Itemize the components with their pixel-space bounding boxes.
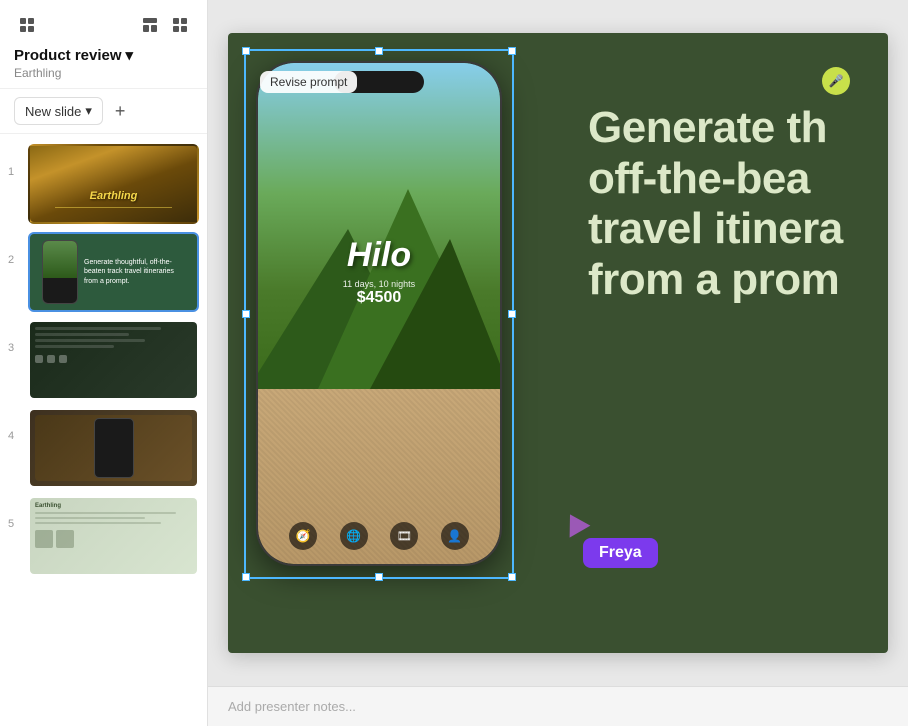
thumb-5-content: Earthling (30, 498, 197, 574)
mic-icon: 🎤 (829, 74, 844, 88)
thumb-1-bg: Earthling (30, 146, 197, 222)
thumb-2-content: Generate thoughtful, off-the-beaten trac… (36, 240, 191, 304)
new-slide-dropdown-icon: ▾ (85, 103, 92, 119)
handle-top-right[interactable] (508, 47, 516, 55)
slide-item-5[interactable]: 5 Earthling (8, 496, 199, 576)
slide-number-4: 4 (8, 430, 20, 442)
sidebar-toolbar (14, 12, 193, 38)
slide-canvas[interactable]: Revise prompt 🎤 Hilo (228, 33, 888, 653)
slide-thumb-1[interactable]: Earthling (28, 144, 199, 224)
mic-button[interactable]: 🎤 (822, 67, 850, 95)
project-title[interactable]: Product review ▾ (14, 46, 193, 64)
slides-list: 1 Earthling 2 Generate th (0, 134, 207, 726)
thumb-3-line-1 (35, 327, 161, 330)
trip-days: 11 days, 10 nights (343, 279, 415, 289)
new-slide-button[interactable]: New slide ▾ (14, 97, 103, 125)
thumb-5-line-2 (35, 517, 145, 519)
grid-view-button[interactable] (167, 12, 193, 38)
thumb-4-content (30, 410, 197, 486)
project-subtitle: Earthling (14, 66, 193, 80)
thumb-5-images (35, 530, 192, 548)
thumb-3-line-2 (35, 333, 129, 336)
thumb-4-inner-box (35, 415, 192, 481)
nav-compass-icon: 🧭 (289, 522, 317, 550)
thumb-5-line-1 (35, 512, 176, 514)
main-area: Revise prompt 🎤 Hilo (208, 0, 908, 726)
handle-top-left[interactable] (242, 47, 250, 55)
slide-main-text: Generate th off-the-bea travel itinera f… (588, 103, 858, 305)
handle-bottom-mid[interactable] (375, 573, 383, 581)
slide-number-2: 2 (8, 254, 20, 266)
thumb-1-text: Earthling (90, 190, 138, 202)
thumb-3-content (30, 322, 197, 398)
thumb-2-text: Generate thoughtful, off-the-beaten trac… (84, 258, 185, 285)
new-slide-label: New slide (25, 104, 81, 119)
slide-thumb-3[interactable] (28, 320, 199, 400)
nav-globe-icon: 🌐 (340, 522, 368, 550)
revise-prompt-label[interactable]: Revise prompt (260, 71, 357, 93)
phone-mockup: Hilo 11 days, 10 nights $4500 🧭 🌐 (256, 61, 502, 566)
project-dropdown-icon: ▾ (126, 46, 134, 64)
slide-number-1: 1 (8, 166, 20, 178)
new-slide-bar: New slide ▾ + (0, 89, 207, 134)
slide-text-line3: travel itinera (588, 204, 843, 253)
grid-icon-button[interactable] (14, 12, 40, 38)
nav-film-icon: 🎞 (390, 522, 418, 550)
cursor-arrow (560, 508, 591, 537)
thumb-5-line-3 (35, 522, 161, 524)
handle-bottom-right[interactable] (508, 573, 516, 581)
thumb-3-line-3 (35, 339, 145, 342)
thumb-5-title: Earthling (35, 503, 192, 509)
phone-navigation: 🧭 🌐 🎞 👤 (258, 522, 500, 550)
thumb-1-line (55, 207, 172, 209)
sidebar: Product review ▾ Earthling New slide ▾ +… (0, 0, 208, 726)
trip-price: $4500 (343, 289, 415, 307)
grid-view-icon (171, 16, 189, 34)
hilo-title: Hilo (347, 236, 411, 275)
slide-text-line1: Generate th (588, 103, 827, 152)
thumb-3-line-4 (35, 345, 114, 348)
handle-top-mid[interactable] (375, 47, 383, 55)
slide-item-4[interactable]: 4 (8, 408, 199, 488)
layout-icon (141, 16, 159, 34)
project-title-text: Product review (14, 47, 122, 64)
slide-number-5: 5 (8, 518, 20, 530)
sidebar-header: Product review ▾ Earthling (0, 0, 207, 89)
presenter-notes[interactable]: Add presenter notes... (208, 686, 908, 726)
thumb-4-phone (94, 418, 134, 478)
revise-prompt-text: Revise prompt (270, 75, 347, 89)
thumb-3-dots (35, 355, 192, 363)
slide-text-line4: from a prom (588, 255, 839, 304)
cursor (563, 513, 587, 533)
thumb-2-phone-screen (43, 241, 77, 278)
phone-screen: Hilo 11 days, 10 nights $4500 🧭 🌐 (258, 63, 500, 564)
slide-thumb-5[interactable]: Earthling (28, 496, 199, 576)
grid-icon (18, 16, 36, 34)
canvas-area: Revise prompt 🎤 Hilo (208, 0, 908, 686)
trip-details: 11 days, 10 nights $4500 (343, 279, 415, 307)
slide-item-2[interactable]: 2 Generate thoughtful, off-the-beaten tr… (8, 232, 199, 312)
slide-number-3: 3 (8, 342, 20, 354)
handle-left-mid[interactable] (242, 310, 250, 318)
slide-text-line2: off-the-bea (588, 154, 810, 203)
slide-thumb-2[interactable]: Generate thoughtful, off-the-beaten trac… (28, 232, 199, 312)
handle-right-mid[interactable] (508, 310, 516, 318)
thumb-2-phone (42, 240, 78, 304)
layout-view-button[interactable] (137, 12, 163, 38)
slide-text-content: Generate th off-the-bea travel itinera f… (558, 83, 888, 325)
slide-item-1[interactable]: 1 Earthling (8, 144, 199, 224)
slide-thumb-4[interactable] (28, 408, 199, 488)
phone-landscape: Hilo 11 days, 10 nights $4500 (258, 63, 500, 389)
nav-person-icon: 👤 (441, 522, 469, 550)
add-slide-button[interactable]: + (109, 99, 132, 124)
toolbar-left (14, 12, 40, 38)
slide-item-3[interactable]: 3 (8, 320, 199, 400)
freya-badge: Freya (583, 538, 658, 568)
handle-bottom-left[interactable] (242, 573, 250, 581)
presenter-notes-placeholder: Add presenter notes... (228, 699, 356, 714)
toolbar-icons (137, 12, 193, 38)
thumb-1-content: Earthling (30, 146, 197, 222)
